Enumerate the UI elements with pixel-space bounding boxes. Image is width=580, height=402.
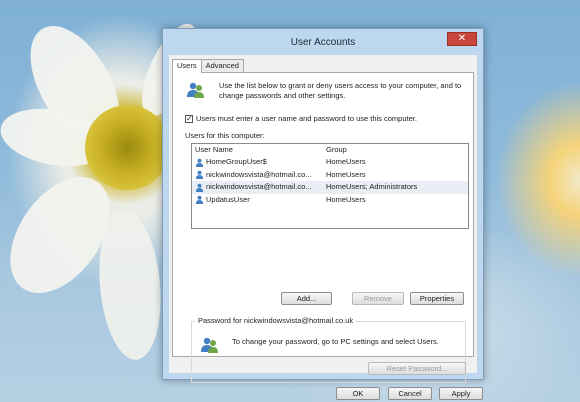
users-list[interactable]: User Name Group HomeGroupUser$ HomeUsers… (191, 143, 469, 229)
intro-text: Use the list below to grant or deny user… (219, 81, 462, 100)
table-row[interactable]: UpdatusUser HomeUsers (192, 194, 468, 207)
users-section-label: Users for this computer: (185, 131, 265, 140)
user-name: HomeGroupUser$ (206, 157, 267, 166)
list-header: User Name Group (192, 144, 468, 156)
add-button[interactable]: Add... (281, 292, 332, 305)
dialog-title: User Accounts (290, 37, 356, 48)
password-group-label: Password for nickwindowsvista@hotmail.co… (195, 316, 357, 325)
user-group: HomeUsers (326, 169, 366, 179)
column-header-group[interactable]: Group (326, 144, 468, 156)
table-row[interactable]: nickwindowsvista@hotmail.co... HomeUsers (192, 169, 468, 182)
user-name: nickwindowsvista@hotmail.co... (206, 182, 312, 191)
user-icon (195, 183, 204, 192)
user-name-cell: nickwindowsvista@hotmail.co... (192, 169, 326, 182)
cancel-button[interactable]: Cancel (388, 387, 432, 400)
user-icon (195, 158, 204, 167)
user-icon (195, 195, 204, 205)
table-row-selected[interactable]: nickwindowsvista@hotmail.co... HomeUsers… (192, 181, 468, 194)
tab-users[interactable]: Users (172, 59, 202, 73)
password-users-icon (201, 337, 218, 353)
flower-petal (93, 207, 167, 363)
close-button[interactable]: ✕ (447, 32, 477, 46)
user-group: HomeUsers; Administrators (326, 182, 418, 191)
remove-button[interactable]: Remove (352, 292, 404, 305)
user-name: nickwindowsvista@hotmail.co... (206, 169, 312, 179)
dialog-client-area: Users Advanced Use the list below to gra… (169, 55, 483, 400)
password-info-text: To change your password, go to PC settin… (232, 337, 439, 346)
user-name-cell: UpdatusUser (192, 194, 326, 207)
ok-button[interactable]: OK (336, 387, 380, 400)
table-row[interactable]: HomeGroupUser$ HomeUsers (192, 156, 468, 169)
user-name: UpdatusUser (206, 194, 250, 204)
users-icon (187, 82, 204, 98)
title-bar[interactable]: User Accounts ✕ (163, 29, 483, 55)
require-password-row: ✓ Users must enter a user name and passw… (185, 114, 417, 123)
user-name-cell: HomeGroupUser$ (192, 156, 326, 169)
user-icon (195, 170, 204, 180)
column-header-user-name[interactable]: User Name (192, 144, 326, 156)
properties-button[interactable]: Properties (410, 292, 464, 305)
users-tab-panel: Use the list below to grant or deny user… (172, 72, 474, 383)
user-group: HomeUsers (326, 194, 366, 204)
apply-button[interactable]: Apply (439, 387, 483, 400)
user-name-cell: nickwindowsvista@hotmail.co... (192, 181, 326, 194)
require-password-label: Users must enter a user name and passwor… (196, 114, 417, 123)
tab-advanced[interactable]: Advanced (200, 59, 244, 72)
user-accounts-dialog: User Accounts ✕ Users Advanced Use the l… (162, 28, 484, 400)
user-group: HomeUsers (326, 157, 366, 166)
require-password-checkbox[interactable]: ✓ (185, 114, 193, 123)
tab-strip: Users Advanced (172, 59, 244, 73)
flower-center (85, 105, 170, 190)
reset-password-button[interactable]: Reset Password... (368, 362, 466, 375)
